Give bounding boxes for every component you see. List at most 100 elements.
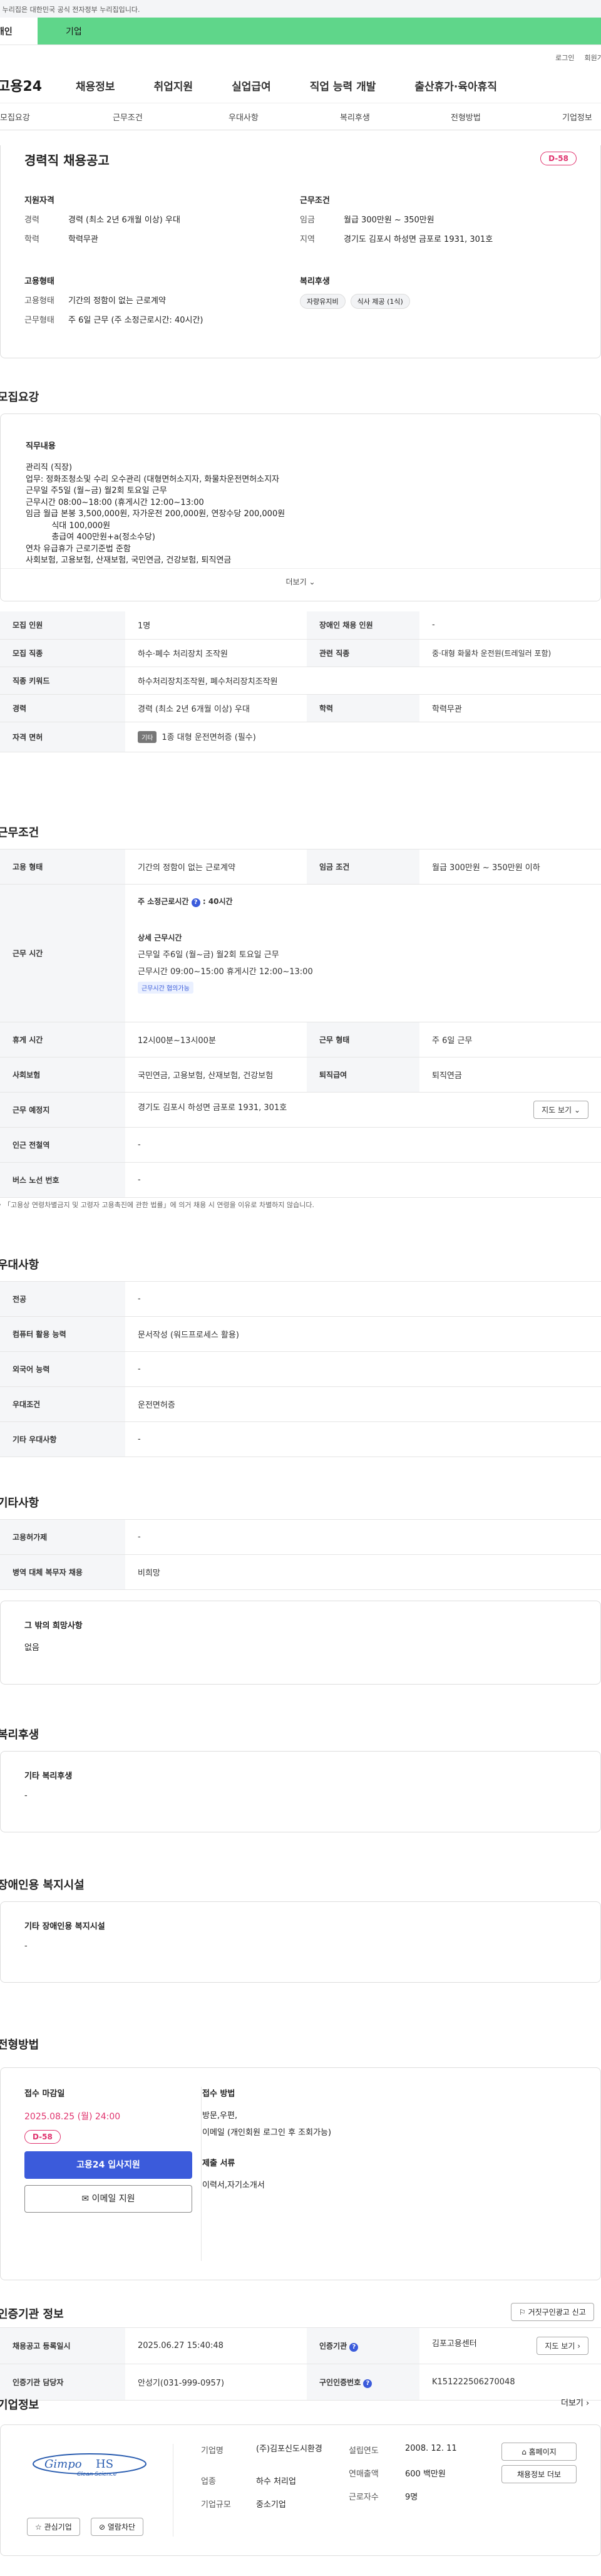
join-link[interactable]: 회원가입	[585, 54, 601, 62]
table-row: 근무 예정지 경기도 김포시 하성면 금포로 1931, 301호 지도 보기 ⌄	[0, 1092, 601, 1128]
block-button[interactable]: ⊘ 열람차단	[91, 2518, 144, 2536]
section-etc-title: 기타사항	[0, 1497, 39, 1510]
info-icon[interactable]: ?	[191, 898, 200, 907]
section-disab-title: 장애인용 복지시설	[0, 1879, 85, 1892]
cond-section: 근무조건 임금 월급 300만원 ~ 350만원 지역 경기도 김포시 하성면 금포…	[300, 196, 493, 244]
map-button[interactable]: 지도 보기 ⌄	[533, 1101, 588, 1119]
qual-section: 지원자격 경력 경력 (최소 2년 6개월 이상) 우대 학력 학력무관	[24, 196, 180, 244]
section-screen-title: 전형방법	[0, 2038, 39, 2052]
table-row: 버스 노선 번호 -	[0, 1162, 601, 1198]
table-row: 병역 대체 복무자 채용 비희망	[0, 1554, 601, 1590]
table-row: 인증기관 담당자 안성기(031-999-0957) 구인인증번호 ? K151222…	[0, 2364, 601, 2401]
report-button[interactable]: ⚐ 거짓구인광고 신고	[511, 2303, 594, 2321]
info-icon[interactable]: ?	[363, 2379, 372, 2388]
table-row: 모집 직종 하수·폐수 처리장치 조작원 관련 직종 중·대형 화물차 운전원(트레일…	[0, 639, 601, 667]
table-row: 모집 인원 1명 장애인 채용 인원 -	[0, 611, 601, 640]
section-cert-title: 인증기관 정보	[0, 2308, 64, 2321]
homepage-button[interactable]: ⌂ 홈페이지	[501, 2443, 577, 2461]
company-card: Gimpo HS Clean Science ☆ 관심기업 ⊘ 열람차단 기업명…	[0, 2424, 601, 2556]
subtab-recruit[interactable]: 모집요강	[0, 111, 113, 123]
apply-button[interactable]: 고용24 입사지원	[24, 2151, 192, 2179]
gnb-benefit[interactable]: 실업급여	[232, 78, 271, 93]
disab-card: 기타 장애인용 복지시설 -	[0, 1901, 601, 1983]
section-pref-title: 우대사항	[0, 1259, 39, 1272]
subtab-screen[interactable]: 전형방법	[451, 111, 562, 123]
chevron-down-icon: ⌄	[309, 578, 316, 586]
other-wish-card: 그 밖의 희망사항 없음	[0, 1601, 601, 1685]
company-jobs-button[interactable]: 채용정보 더보	[501, 2465, 577, 2483]
star-icon: ☆	[35, 2523, 42, 2532]
deadline: 2025.08.25 (월) 24:00	[24, 2112, 121, 2122]
svg-text:Gimpo: Gimpo	[44, 2458, 82, 2471]
dday-badge: D-58	[540, 152, 577, 165]
etc-table: 고용허가제 - 병역 대체 복무자 채용 비희망	[0, 1519, 601, 1590]
org-map-button[interactable]: 지도 보기 ›	[537, 2337, 588, 2355]
hours-negotiable-badge: 근무시간 협의가능	[138, 982, 193, 994]
summary-card: 경력직 채용공고 D-58 지원자격 경력 경력 (최소 2년 6개월 이상) 우…	[0, 145, 601, 358]
table-row: 인근 전철역 -	[0, 1127, 601, 1163]
welfare-card: 기타 복리후생 -	[0, 1751, 601, 1832]
table-row: 채용공고 등록일시 2025.06.27 15:40:48 인증기관 ? 김포고용센터…	[0, 2327, 601, 2364]
sub-tabs: 모집요강 근무조건 우대사항 복리후생 전형방법 기업정보	[0, 103, 601, 130]
dday-badge: D-58	[24, 2130, 61, 2144]
company-info-right: 설립연도 2008. 12. 11 연매출액 600 백만원 근로자수 9명	[349, 2444, 457, 2502]
mail-icon: ✉	[81, 2194, 90, 2204]
email-apply-button[interactable]: ✉ 이메일 지원	[24, 2185, 192, 2213]
table-row: 사회보험 국민연금, 고용보험, 산재보험, 건강보험 퇴직급여 퇴직연금	[0, 1057, 601, 1093]
recruit-table: 모집 인원 1명 장애인 채용 인원 - 모집 직종 하수·폐수 처리장치 조작원 관련 …	[0, 611, 601, 752]
gnb-training[interactable]: 직업 능력 개발	[310, 78, 376, 93]
login-link[interactable]: 로그인	[555, 54, 574, 62]
age-notice: • 「고용상 연령차별금지 및 고령자 고용촉진에 관한 법률」에 의거 채용 …	[0, 1201, 314, 1209]
table-row: 외국어 능력 -	[0, 1351, 601, 1387]
table-row: 직종 키워드 하수처리장치조작원, 폐수처리장치조작원	[0, 667, 601, 695]
subtab-company[interactable]: 기업정보	[562, 111, 592, 123]
top-tabs: 개인 기업	[0, 18, 601, 45]
table-row: 근무 시간 주 소정근로시간 ? : 40시간 상세 근무시간 근무일 주6일 …	[0, 884, 601, 1022]
gnb-leave[interactable]: 출산휴가·육아휴직	[414, 78, 497, 93]
emp-section: 고용형태 고용형태 기간의 정함이 없는 근로계약 근무형태 주 6일 근무 (주 …	[24, 277, 203, 325]
report-icon: ⚐	[519, 2308, 526, 2317]
tab-personal[interactable]: 개인	[0, 18, 38, 44]
table-row: 기타 우대사항 -	[0, 1421, 601, 1457]
apply-card: 접수 마감일 2025.08.25 (월) 24:00 D-58 고용24 입사…	[0, 2067, 601, 2280]
tab-company[interactable]: 기업	[38, 18, 601, 44]
table-row: 자격 면허 기타 1종 대형 운전면허증 (필수)	[0, 722, 601, 752]
subtab-work[interactable]: 근무조건	[113, 111, 229, 123]
company-more-link[interactable]: 더보기 ›	[561, 2396, 589, 2408]
table-row: 고용 형태 기간의 정함이 없는 근로계약 임금 조건 월급 300만원 ~ 350만…	[0, 849, 601, 885]
info-icon[interactable]: ?	[349, 2342, 359, 2352]
welfare-chip: 식사 제공 (1식)	[350, 294, 410, 309]
section-welfare-title: 복리후생	[0, 1728, 39, 1742]
table-row: 전공 -	[0, 1281, 601, 1317]
section-recruit-title: 모집요강	[0, 391, 39, 404]
welfare-chip: 자량유지비	[300, 294, 346, 309]
subtab-pref[interactable]: 우대사항	[229, 111, 340, 123]
gov-banner: 이 누리집은 대한민국 공식 전자정부 누리집입니다.	[0, 0, 601, 18]
welfare-section: 복리후생 자량유지비 식사 제공 (1식)	[300, 274, 550, 333]
logo[interactable]: 고용24	[0, 75, 76, 95]
company-logo: Gimpo HS Clean Science	[27, 2449, 152, 2486]
company-info-left: 기업명 (주)김포신도시환경 업종 하수 처리업 기업규모 중소기업	[201, 2444, 322, 2510]
company-logo-icon: Gimpo HS	[33, 2453, 146, 2475]
block-icon: ⊘	[99, 2523, 106, 2532]
pref-table: 전공 - 컴퓨터 활용 능력 문서작성 (워드프로세스 활용) 외국어 능력 - 우대…	[0, 1281, 601, 1457]
gnb-support[interactable]: 취업지원	[154, 78, 193, 93]
gnb-jobs[interactable]: 채용정보	[76, 78, 115, 93]
gnb: 고용24 채용정보 취업지원 실업급여 직업 능력 개발 출산휴가·육아휴직	[0, 68, 601, 103]
table-row: 경력 경력 (최소 2년 6개월 이상) 우대 학력 학력무관	[0, 694, 601, 722]
etc-badge: 기타	[138, 731, 157, 743]
table-row: 우대조건 운전면허증	[0, 1386, 601, 1422]
section-company-title: 기업정보	[0, 2399, 39, 2412]
subtab-welfare[interactable]: 복리후생	[340, 111, 451, 123]
duty-card: 직무내용 관리직 (직장) 업무: 정화조청소및 수리 오수관리 (대형면허소지…	[0, 413, 601, 601]
page-title: 경력직 채용공고	[24, 153, 110, 168]
duty-text: 관리직 (직장) 업무: 정화조청소및 수리 오수관리 (대형면허소지자, 화물…	[26, 463, 285, 565]
table-row: 휴게 시간 12시00분~13시00분 근무 형태 주 6일 근무	[0, 1022, 601, 1057]
home-icon: ⌂	[521, 2448, 527, 2456]
favorite-button[interactable]: ☆ 관심기업	[27, 2518, 80, 2536]
svg-text:HS: HS	[96, 2458, 113, 2471]
cert-table: 채용공고 등록일시 2025.06.27 15:40:48 인증기관 ? 김포고용센터…	[0, 2327, 601, 2401]
chevron-down-icon: ⌄	[573, 1106, 580, 1114]
more-button[interactable]: 더보기 ⌄	[1, 568, 600, 601]
work-table: 고용 형태 기간의 정함이 없는 근로계약 임금 조건 월급 300만원 ~ 350만…	[0, 849, 601, 1198]
